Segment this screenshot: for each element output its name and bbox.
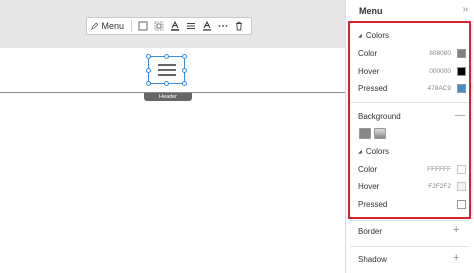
color-label: Color bbox=[358, 48, 378, 58]
more-icon bbox=[218, 25, 228, 27]
hover-label: Hover bbox=[358, 66, 380, 76]
pressed-value[interactable]: 478AC9 bbox=[428, 85, 452, 92]
color-value[interactable]: 808080 bbox=[429, 50, 451, 57]
menu-label: Menu bbox=[101, 21, 125, 31]
resize-handle[interactable] bbox=[146, 68, 151, 73]
border-button[interactable] bbox=[135, 18, 151, 34]
border-icon bbox=[138, 21, 148, 31]
design-canvas[interactable]: Menu Header bbox=[0, 0, 345, 273]
font-color-button[interactable] bbox=[199, 18, 215, 34]
expand-shadow-icon[interactable]: + bbox=[453, 252, 459, 264]
collapse-panel-icon[interactable]: » bbox=[462, 4, 468, 15]
collapse-triangle-icon: ◢ bbox=[358, 148, 362, 155]
color-swatch[interactable] bbox=[457, 48, 466, 58]
solid-fill-button[interactable] bbox=[359, 128, 371, 139]
bg-pressed-swatch[interactable] bbox=[457, 199, 466, 209]
section-divider bbox=[350, 102, 469, 103]
menu-widget-selected[interactable] bbox=[146, 54, 187, 86]
bg-colors-section-header[interactable]: ◢ Colors bbox=[358, 147, 389, 156]
pencil-icon bbox=[91, 22, 99, 30]
resize-handle[interactable] bbox=[146, 54, 151, 59]
padding-icon bbox=[154, 21, 164, 31]
bg-color-row: Color FFFFFF bbox=[358, 163, 466, 175]
bg-colors-section-title: Colors bbox=[365, 147, 389, 156]
resize-handle[interactable] bbox=[146, 81, 151, 86]
pressed-row: Pressed 478AC9 bbox=[358, 82, 466, 94]
bg-pressed-label: Pressed bbox=[358, 199, 388, 209]
resize-handle[interactable] bbox=[182, 54, 187, 59]
padding-button[interactable] bbox=[151, 18, 167, 34]
bg-color-swatch[interactable] bbox=[457, 164, 466, 174]
pressed-swatch[interactable] bbox=[457, 83, 466, 93]
toolbar-separator bbox=[131, 20, 132, 32]
panel-title: Menu bbox=[359, 6, 383, 16]
resize-handle[interactable] bbox=[182, 81, 187, 86]
resize-handle[interactable] bbox=[164, 54, 169, 59]
align-icon bbox=[187, 23, 195, 29]
more-button[interactable] bbox=[215, 18, 231, 34]
text-color-button[interactable] bbox=[167, 18, 183, 34]
widget-toolbar: Menu bbox=[86, 17, 252, 35]
gradient-fill-button[interactable] bbox=[374, 128, 386, 139]
shadow-section-title[interactable]: Shadow bbox=[358, 255, 387, 264]
trash-icon bbox=[236, 21, 242, 31]
delete-button[interactable] bbox=[231, 18, 247, 34]
header-tag[interactable]: Header bbox=[144, 93, 192, 101]
pressed-label: Pressed bbox=[358, 83, 388, 93]
bg-color-label: Color bbox=[358, 164, 378, 174]
bg-hover-swatch[interactable] bbox=[457, 181, 466, 191]
bg-color-value[interactable]: FFFFFF bbox=[427, 166, 451, 173]
text-color-icon bbox=[171, 21, 179, 31]
colors-section-header[interactable]: ◢ Colors bbox=[358, 31, 389, 40]
font-color-icon bbox=[203, 21, 211, 31]
colors-section-title: Colors bbox=[365, 31, 389, 40]
hover-swatch[interactable] bbox=[457, 66, 466, 76]
hamburger-icon bbox=[157, 64, 176, 76]
bg-hover-value[interactable]: F2F2F2 bbox=[428, 183, 451, 190]
resize-handle[interactable] bbox=[164, 81, 169, 86]
expand-border-icon[interactable]: + bbox=[453, 224, 459, 236]
color-row: Color 808080 bbox=[358, 47, 466, 59]
section-divider bbox=[350, 220, 469, 221]
resize-handle[interactable] bbox=[182, 68, 187, 73]
border-section-title[interactable]: Border bbox=[358, 227, 382, 236]
collapse-triangle-icon: ◢ bbox=[358, 32, 362, 39]
align-button[interactable] bbox=[183, 18, 199, 34]
bg-hover-row: Hover F2F2F2 bbox=[358, 180, 466, 192]
hover-value[interactable]: 000000 bbox=[429, 68, 451, 75]
bg-hover-label: Hover bbox=[358, 181, 380, 191]
bg-pressed-row: Pressed bbox=[358, 198, 466, 210]
hover-row: Hover 000000 bbox=[358, 65, 466, 77]
menu-edit-button[interactable]: Menu bbox=[91, 18, 128, 34]
background-section-title[interactable]: Background bbox=[358, 112, 401, 121]
section-divider bbox=[350, 246, 469, 247]
collapse-background-icon[interactable]: — bbox=[455, 110, 465, 121]
